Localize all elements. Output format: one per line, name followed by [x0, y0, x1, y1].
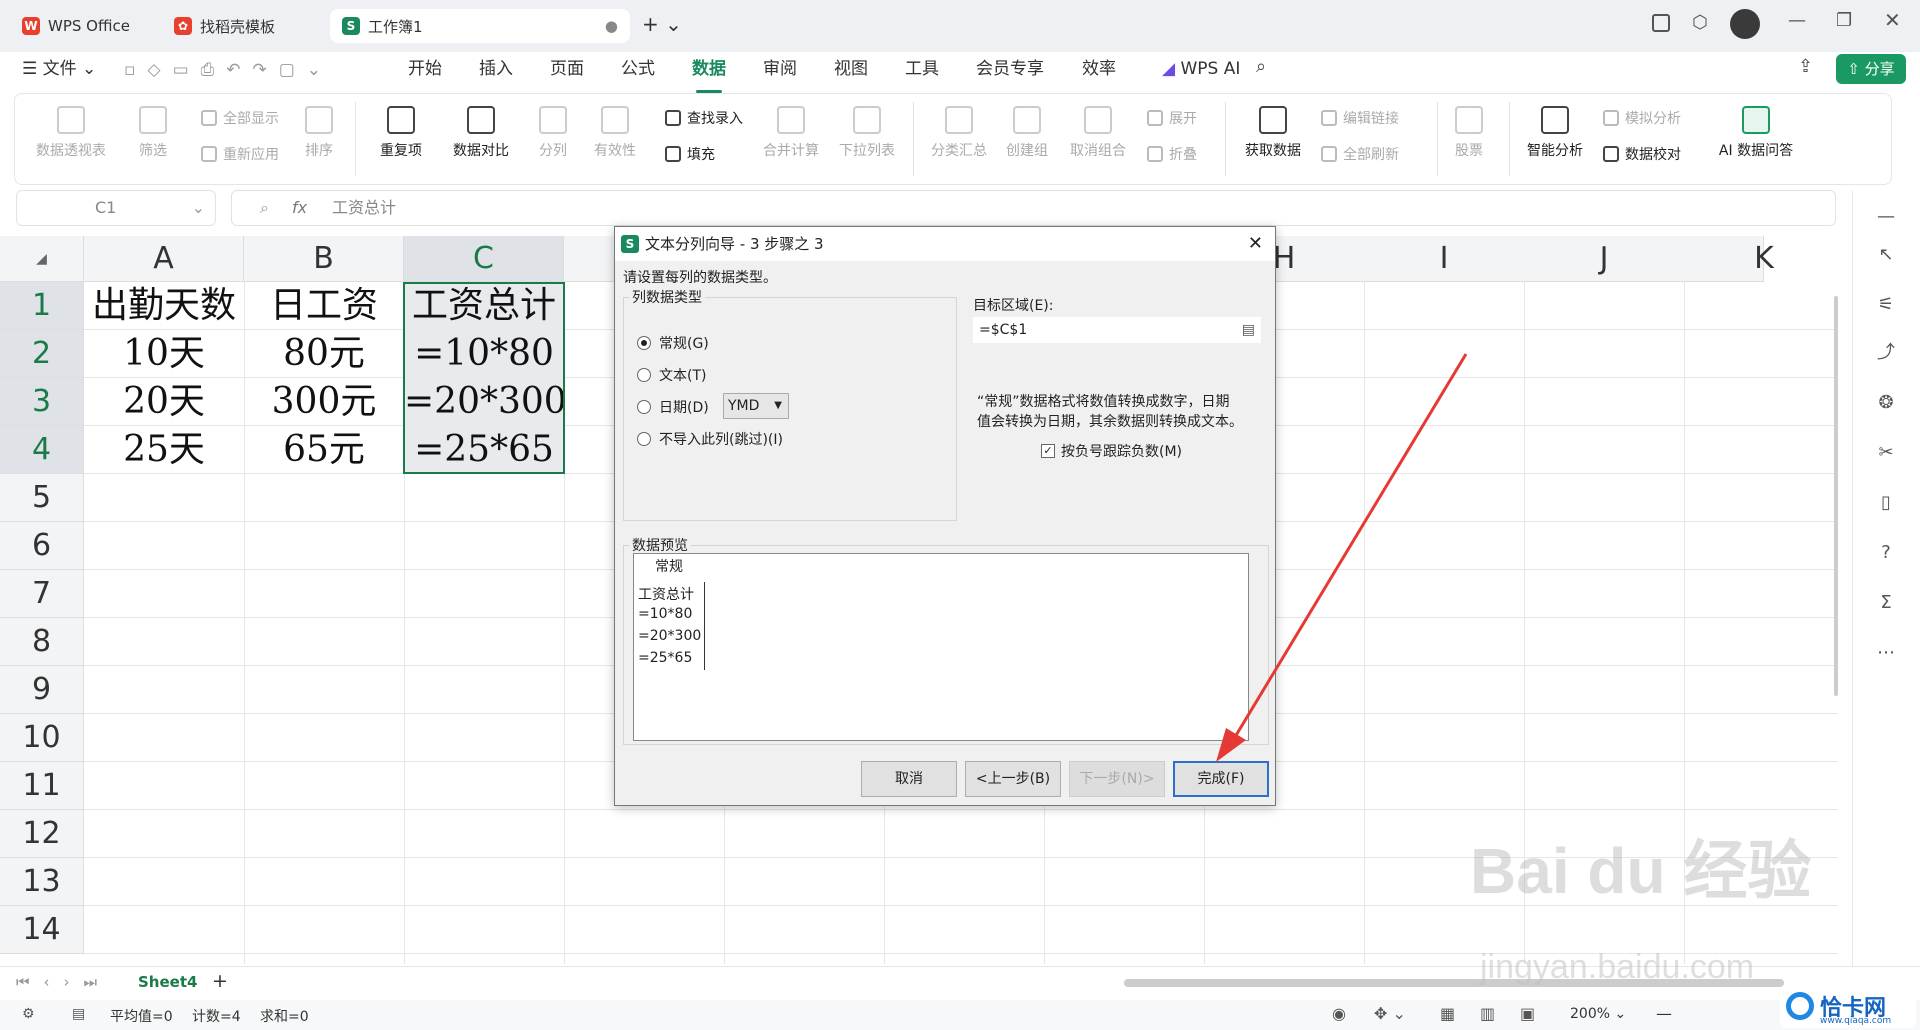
site-logo: 恰卡网 www.qiaqa.com — [1780, 988, 1916, 1028]
site-logo-icon — [1786, 992, 1814, 1020]
baidu-url-watermark: jingyan.baidu.com — [1480, 948, 1755, 986]
site-url: www.qiaqa.com — [1820, 1016, 1892, 1026]
baidu-watermark: Bai du 经验 — [1470, 835, 1812, 907]
